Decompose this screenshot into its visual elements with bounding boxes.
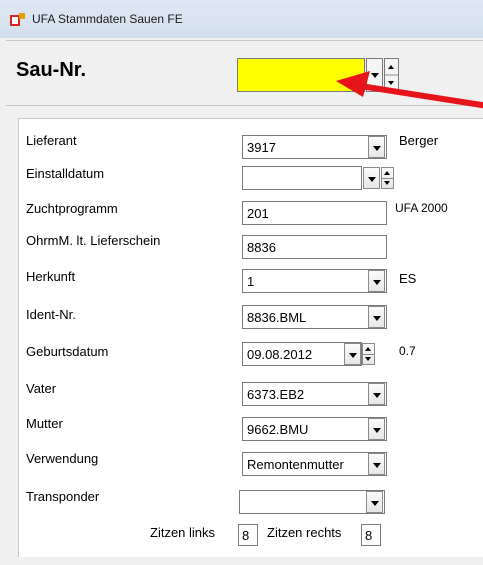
zitzen-rechts-label: Zitzen rechts <box>267 525 342 540</box>
chevron-down-icon <box>373 280 381 285</box>
mutter-dropdown-button[interactable] <box>368 418 385 440</box>
geburtsdatum-extra: 0.7 <box>399 344 416 358</box>
geburtsdatum-spinner[interactable] <box>362 343 375 365</box>
chevron-down-icon <box>349 353 357 358</box>
window-title: UFA Stammdaten Sauen FE <box>32 12 183 26</box>
mutter-label: Mutter <box>26 416 63 431</box>
app-icon <box>10 13 25 26</box>
herkunft-field[interactable]: 1 <box>242 269 387 293</box>
title-bar: UFA Stammdaten Sauen FE <box>0 0 483 38</box>
zitzen-rechts-field[interactable]: 8 <box>361 524 381 546</box>
transponder-dropdown-button[interactable] <box>366 491 383 513</box>
verwendung-label: Verwendung <box>26 451 99 466</box>
vater-label: Vater <box>26 381 57 396</box>
zitzen-links-label: Zitzen links <box>150 525 216 540</box>
chevron-down-icon <box>368 177 376 182</box>
einstalldatum-field[interactable] <box>242 166 362 190</box>
window: UFA Stammdaten Sauen FE Sau-Nr. Lieferan… <box>0 0 483 565</box>
ohrm-field[interactable]: 8836 <box>242 235 387 259</box>
chevron-down-icon <box>373 428 381 433</box>
herkunft-code: ES <box>399 271 417 286</box>
verwendung-dropdown-button[interactable] <box>368 453 385 475</box>
lieferant-label: Lieferant <box>26 133 77 148</box>
geburtsdatum-dropdown-button[interactable] <box>344 343 361 365</box>
vater-dropdown-button[interactable] <box>368 383 385 405</box>
ident-nr-field[interactable]: 8836.BML <box>242 305 387 329</box>
transponder-label: Transponder <box>26 489 100 504</box>
zitzen-links-field[interactable]: 8 <box>238 524 258 546</box>
ident-nr-dropdown-button[interactable] <box>368 306 385 328</box>
geburtsdatum-label: Geburtsdatum <box>26 344 109 359</box>
chevron-down-icon <box>371 501 379 506</box>
chevron-down-icon <box>373 393 381 398</box>
ohrm-label: OhrmM. lt. Lieferschein <box>26 233 161 248</box>
vater-field[interactable]: 6373.EB2 <box>242 382 387 406</box>
form-panel: Lieferant 3917 Berger Einstalldatum Zuch… <box>18 118 483 557</box>
herkunft-dropdown-button[interactable] <box>368 270 385 292</box>
einstalldatum-spinner[interactable] <box>381 167 394 189</box>
ident-nr-label: Ident-Nr. <box>26 307 76 322</box>
sau-nr-label: Sau-Nr. <box>16 59 87 81</box>
einstalldatum-dropdown-button[interactable] <box>363 167 380 189</box>
zuchtprogramm-field[interactable]: 201 <box>242 201 387 225</box>
verwendung-field[interactable]: Remontenmutter <box>242 452 387 476</box>
chevron-down-icon <box>373 316 381 321</box>
red-arrow-annotation <box>336 71 483 109</box>
transponder-field[interactable] <box>239 490 385 514</box>
chevron-down-icon <box>373 463 381 468</box>
mutter-field[interactable]: 9662.BMU <box>242 417 387 441</box>
herkunft-label: Herkunft <box>26 269 76 284</box>
chevron-down-icon <box>373 146 381 151</box>
zuchtprogramm-label: Zuchtprogramm <box>26 201 118 216</box>
zuchtprogramm-name: UFA 2000 <box>395 201 448 215</box>
einstalldatum-label: Einstalldatum <box>26 166 105 181</box>
